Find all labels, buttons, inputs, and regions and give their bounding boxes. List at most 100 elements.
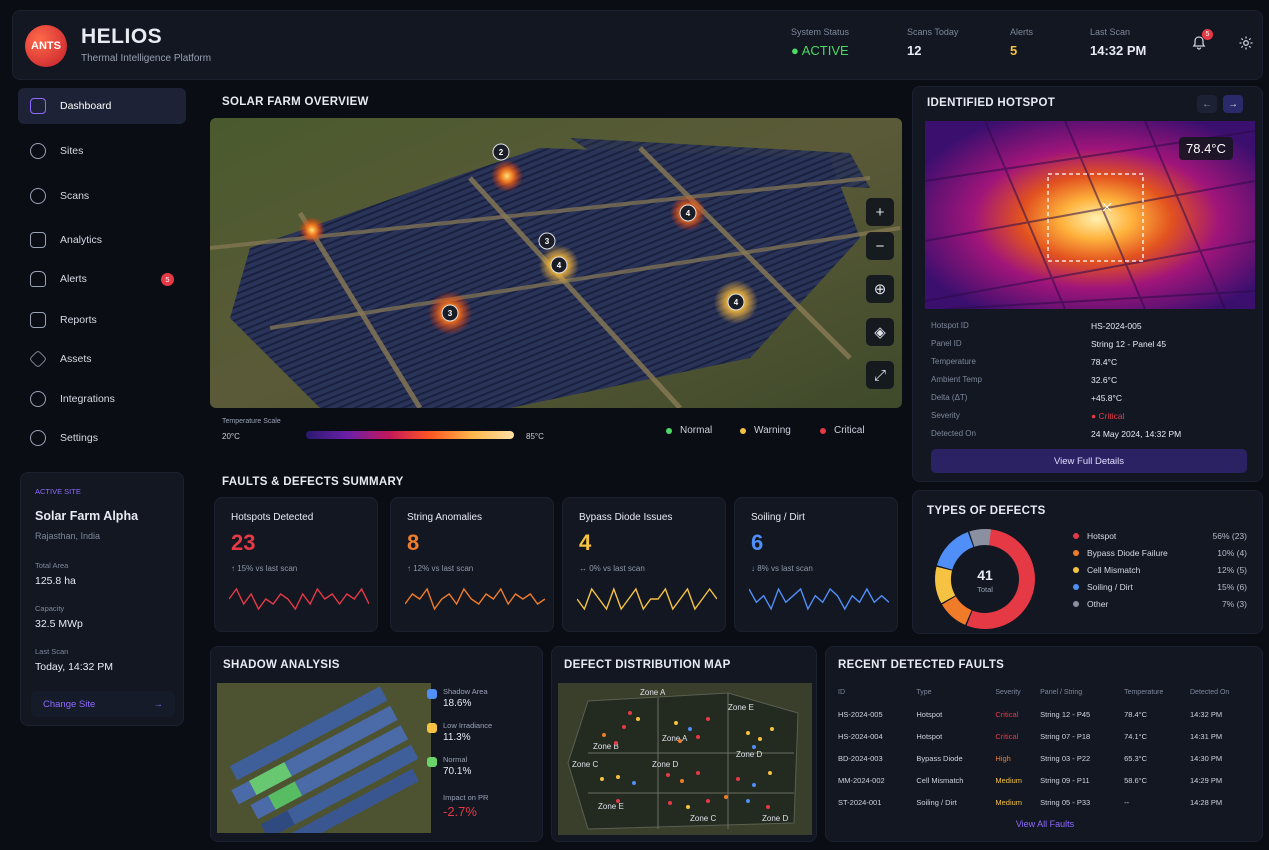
legend-dot <box>1073 601 1079 607</box>
hotspot-marker-label: 4 <box>686 209 691 218</box>
sidebar-item-alerts[interactable]: Alerts 5 <box>18 261 186 297</box>
fullscreen-button[interactable]: ⤢ <box>866 361 894 389</box>
table-cell: 74.1°C <box>1124 731 1148 741</box>
sidebar-item-label: Settings <box>60 432 98 444</box>
prev-hotspot-button[interactable]: ← <box>1197 95 1217 113</box>
table-row[interactable]: ST-2024-001 Soiling / Dirt Medium String 05… <box>838 791 1256 813</box>
layers-button[interactable]: ◈ <box>866 318 894 346</box>
table-cell: ST-2024-001 <box>838 797 882 807</box>
site-location: Rajasthan, India <box>35 531 101 541</box>
legend-label: Normal <box>443 755 468 764</box>
gear-icon <box>30 430 46 446</box>
table-row[interactable]: MM-2024-002 Cell Mismatch Medium String 09 … <box>838 769 1256 791</box>
defect-type-label: Hotspot <box>1087 531 1117 541</box>
fault-delta: ↑ 15% vs last scan <box>231 564 298 573</box>
next-hotspot-button[interactable]: → <box>1223 95 1243 113</box>
zoom-in-button[interactable]: + <box>866 198 894 226</box>
total-area-value: 125.8 ha <box>35 575 76 587</box>
table-header-row: ID Type Severity Panel / String Temperat… <box>838 681 1256 703</box>
plus-icon: + <box>875 203 885 221</box>
table-row[interactable]: HS-2024-005 Hotspot Critical String 12 - P4… <box>838 703 1256 725</box>
defect-type-row: Cell Mismatch 12% (5) <box>1073 565 1247 579</box>
detail-key: Delta (ΔT) <box>931 393 968 402</box>
stat-scans-today: Scans Today 12 <box>907 27 958 58</box>
zone-label: Zone D <box>652 760 678 769</box>
sidebar-item-dashboard[interactable]: Dashboard <box>18 88 186 124</box>
sidebar-item-sites[interactable]: Sites <box>18 133 186 169</box>
defect-type-percent: 56% (23) <box>1212 531 1248 541</box>
sidebar-item-scans[interactable]: Scans <box>18 178 186 214</box>
defect-type-percent: 10% (4) <box>1217 548 1247 558</box>
last-scan-label: Last Scan <box>35 647 69 656</box>
fault-card-hotspots[interactable]: Hotspots Detected 23 ↑ 15% vs last scan <box>214 497 378 632</box>
defect-type-row: Hotspot 56% (23) <box>1073 531 1247 545</box>
scale-label: Temperature Scale <box>222 418 281 425</box>
fault-count: 4 <box>579 530 592 555</box>
hotspot-marker-label: 2 <box>499 148 504 157</box>
table-cell: BD-2024-003 <box>838 753 883 763</box>
sparkline-path <box>577 586 717 611</box>
defect-type-row: Bypass Diode Failure 10% (4) <box>1073 548 1247 562</box>
legend-label: Low Irradiance <box>443 721 493 730</box>
locate-button[interactable]: ⊕ <box>866 275 894 303</box>
detail-row: Temperature 78.4°C <box>931 357 1251 375</box>
stat-label: System Status <box>791 27 850 37</box>
fault-card-soiling[interactable]: Soiling / Dirt 6 ↓ 8% vs last scan <box>734 497 898 632</box>
defect-type-percent: 12% (5) <box>1217 565 1247 575</box>
sidebar-item-integrations[interactable]: Integrations <box>18 381 186 417</box>
detail-key: Panel ID <box>931 339 962 348</box>
fault-card-bypass-diode[interactable]: Bypass Diode Issues 4 ↔ 0% vs last scan <box>562 497 726 632</box>
sidebar-item-label: Scans <box>60 190 90 202</box>
defect-type-label: Bypass Diode Failure <box>1087 548 1168 558</box>
fault-title: Hotspots Detected <box>231 512 314 523</box>
types-title: TYPES OF DEFECTS <box>927 505 1046 517</box>
arrow-left-icon: ← <box>1202 98 1212 110</box>
aerial-map-image: 2 4 3 4 3 4 <box>210 118 902 408</box>
view-all-faults-link[interactable]: View All Faults <box>826 819 1264 829</box>
faults-table: ID Type Severity Panel / String Temperat… <box>838 681 1256 813</box>
defect-type-label: Soiling / Dirt <box>1087 582 1133 592</box>
sidebar-item-analytics[interactable]: Analytics <box>18 222 186 258</box>
detail-value: 78.4°C <box>1091 357 1118 367</box>
detail-row: Severity ● Critical <box>931 411 1251 429</box>
table-cell: Medium <box>995 797 1023 807</box>
fault-title: Soiling / Dirt <box>751 512 805 523</box>
last-scan-value: Today, 14:32 PM <box>35 661 114 673</box>
fault-count: 23 <box>231 530 256 555</box>
detail-value: +45.8°C <box>1091 393 1123 403</box>
faults-title: FAULTS & DEFECTS SUMMARY <box>222 476 404 488</box>
detail-row: Delta (ΔT) +45.8°C <box>931 393 1251 411</box>
sidebar-item-settings[interactable]: Settings <box>18 420 186 456</box>
detail-key: Ambient Temp <box>931 375 982 384</box>
stat-label: Last Scan <box>1090 27 1131 37</box>
stat-value: 14:32 PM <box>1090 43 1147 58</box>
sidebar-item-label: Alerts <box>60 273 87 285</box>
hotspot-marker-label: 4 <box>557 261 562 270</box>
donut-slice <box>969 529 991 547</box>
sidebar-item-label: Integrations <box>60 393 115 405</box>
column-header: Detected On <box>1190 688 1230 696</box>
fault-card-string-anomalies[interactable]: String Anomalies 8 ↑ 12% vs last scan <box>390 497 554 632</box>
bell-icon <box>30 271 46 287</box>
change-site-button[interactable]: Change Site → <box>31 691 175 717</box>
sidebar-item-label: Dashboard <box>60 100 112 112</box>
zoom-out-button[interactable]: − <box>866 232 894 260</box>
severity-value: ● Critical <box>1091 411 1125 421</box>
sidebar-item-assets[interactable]: Assets <box>18 341 186 377</box>
zone-label: Zone E <box>728 703 754 712</box>
assets-icon <box>28 349 48 369</box>
defect-distribution-card: DEFECT DISTRIBUTION MAP Zone A Zone E Zo… <box>551 646 817 842</box>
table-row[interactable]: BD-2024-003 Bypass Diode High String 03 - P… <box>838 747 1256 769</box>
change-site-label: Change Site <box>43 698 96 710</box>
fault-title: String Anomalies <box>407 512 483 523</box>
view-full-details-button[interactable]: View Full Details <box>931 449 1247 473</box>
legend-dot <box>740 427 746 434</box>
sidebar-item-reports[interactable]: Reports <box>18 302 186 338</box>
notifications-button[interactable]: 5 <box>1187 29 1213 57</box>
stat-alerts: Alerts 5 <box>1010 27 1033 58</box>
column-header: Panel / String <box>1040 688 1083 696</box>
solar-farm-map[interactable]: 2 4 3 4 3 4 + − ⊕ ◈ ⤢ <box>210 118 902 408</box>
table-row[interactable]: HS-2024-004 Hotspot Critical String 07 - P1… <box>838 725 1256 747</box>
distribution-map[interactable]: Zone A Zone E Zone B Zone A Zone D Zone … <box>558 683 812 835</box>
settings-button[interactable] <box>1234 33 1258 57</box>
